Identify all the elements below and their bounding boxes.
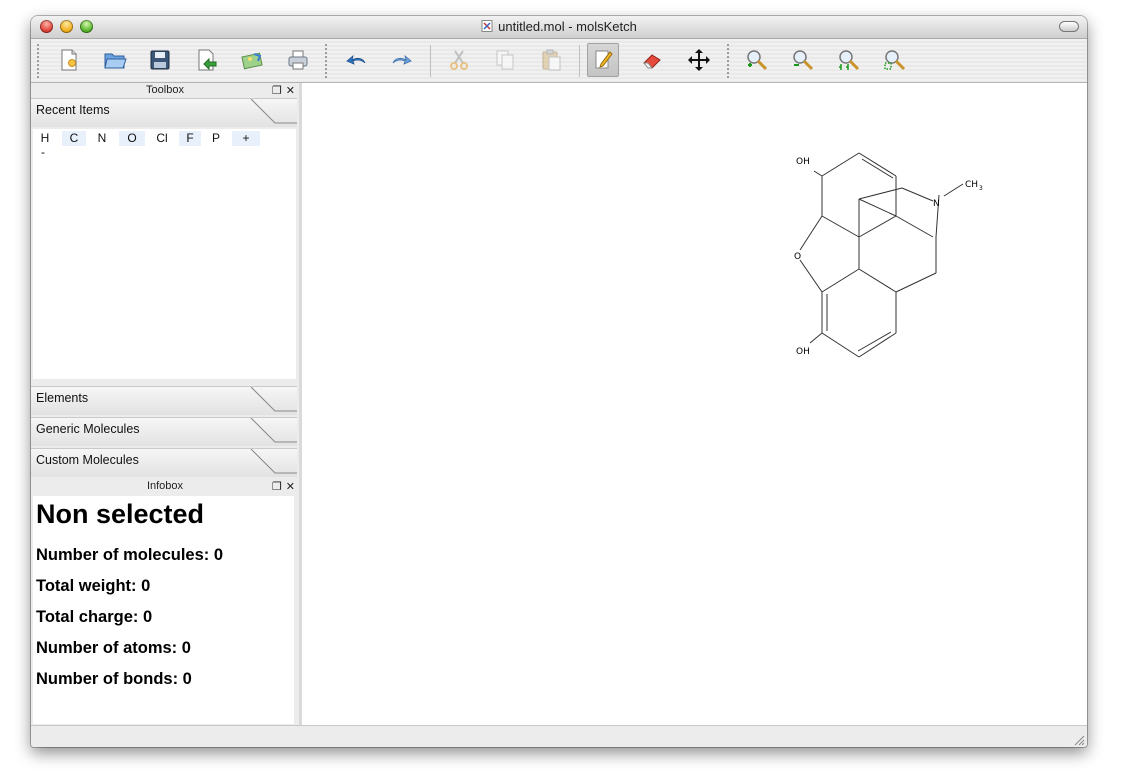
recent-items-list: H C N O Cl F P + - <box>33 129 296 379</box>
tab-recent-items-label: Recent Items <box>36 103 110 117</box>
toolbar-grip[interactable] <box>36 43 41 79</box>
undo-arrow-icon <box>346 54 366 65</box>
total-charge: Total charge: 0 <box>36 608 153 626</box>
infobox-close-icon[interactable]: ✕ <box>286 481 295 493</box>
move-arrows-icon <box>688 49 710 71</box>
clipboard-paste-icon <box>542 49 561 71</box>
atom-label-oh-bottom[interactable]: OH <box>796 347 810 357</box>
toolbar-separator-2 <box>579 45 580 77</box>
toolbar-grip-2[interactable] <box>324 43 329 79</box>
toolbox-header: Toolbox ❐ ✕ <box>31 84 299 98</box>
save-file-button[interactable] <box>145 44 175 76</box>
eraser-icon <box>642 54 661 69</box>
infobox-content: Non selected Number of molecules: 0 Tota… <box>33 496 294 724</box>
export-image-button[interactable] <box>237 44 267 76</box>
tab-elements[interactable]: Elements <box>31 386 297 415</box>
tab-elements-label: Elements <box>36 391 89 405</box>
zoom-in-button[interactable] <box>742 44 772 76</box>
tab-custom-molecules[interactable]: Custom Molecules <box>31 448 297 477</box>
printer-icon <box>288 50 308 70</box>
toolbar-toggle-button[interactable] <box>1059 21 1079 32</box>
atom-label-n[interactable]: N <box>933 199 940 209</box>
move-button[interactable] <box>684 44 714 76</box>
new-document-icon <box>61 49 77 71</box>
atom-label-ch3-subscript: 3 <box>979 185 983 192</box>
scissors-icon <box>450 50 468 70</box>
zoom-out-button[interactable] <box>788 44 818 76</box>
drawing-canvas[interactable]: OH N CH 3 O OH <box>302 83 1087 725</box>
resize-grip-icon[interactable] <box>1073 734 1085 746</box>
pencil-icon <box>595 50 613 69</box>
tab-recent-items[interactable]: Recent Items <box>31 98 297 127</box>
recent-item-f[interactable]: F <box>179 131 201 146</box>
print-button[interactable] <box>283 44 313 76</box>
infobox-title: Infobox <box>146 480 184 492</box>
recent-item-minus[interactable]: - <box>38 145 48 160</box>
molecule-count: Number of molecules: 0 <box>36 546 224 564</box>
recent-item-n[interactable]: N <box>92 131 112 146</box>
infobox-header: Infobox ❐ ✕ <box>31 480 299 494</box>
recent-item-c[interactable]: C <box>62 131 86 146</box>
zoom-out-icon <box>793 50 814 71</box>
molecule-bonds <box>799 152 964 358</box>
tab-custom-molecules-label: Custom Molecules <box>36 453 139 467</box>
status-bar <box>31 725 1087 747</box>
copy-button[interactable] <box>490 44 520 76</box>
title-bar: untitled.mol - molsKetch <box>31 16 1087 39</box>
redo-arrow-icon <box>392 54 412 65</box>
tab-generic-molecules-label: Generic Molecules <box>36 422 140 436</box>
main-toolbar <box>31 39 1087 83</box>
recent-item-plus[interactable]: + <box>232 131 260 146</box>
recent-item-h[interactable]: H <box>36 131 54 146</box>
window-title-text: untitled.mol - molsKetch <box>498 19 637 34</box>
zoom-fit-button[interactable] <box>880 44 910 76</box>
eraser-button[interactable] <box>638 44 668 76</box>
toolbox-float-icon[interactable]: ❐ <box>272 85 282 97</box>
atom-count: Number of atoms: 0 <box>36 639 191 657</box>
open-folder-icon <box>104 53 127 69</box>
zoom-actual-size-icon <box>839 50 860 71</box>
infobox-dock-buttons: ❐ ✕ <box>268 480 295 493</box>
toolbox-close-icon[interactable]: ✕ <box>286 85 295 97</box>
recent-item-o[interactable]: O <box>119 131 145 146</box>
atom-label-oh-top[interactable]: OH <box>796 157 810 167</box>
draw-pencil-button[interactable] <box>587 43 619 77</box>
redo-button[interactable] <box>387 44 417 76</box>
recent-item-cl[interactable]: Cl <box>151 131 173 146</box>
toolbar-separator <box>430 45 431 77</box>
recent-item-p[interactable]: P <box>206 131 226 146</box>
cut-button[interactable] <box>444 44 474 76</box>
left-panel: Toolbox ❐ ✕ Recent Items H C N O Cl F P +… <box>31 83 299 725</box>
app-window: untitled.mol - molsKetch Toolbox ❐ ✕ Rec… <box>31 16 1087 747</box>
zoom-in-icon <box>747 50 768 71</box>
total-weight: Total weight: 0 <box>36 577 151 595</box>
open-file-button[interactable] <box>100 44 130 76</box>
selection-heading: Non selected <box>36 499 205 529</box>
export-image-icon <box>241 52 263 70</box>
toolbar-grip-3[interactable] <box>726 43 731 79</box>
atom-label-ch3[interactable]: CH <box>965 180 978 190</box>
new-file-button[interactable] <box>54 44 84 76</box>
atom-label-o[interactable]: O <box>794 252 801 262</box>
zoom-1-1-button[interactable] <box>834 44 864 76</box>
window-title: untitled.mol - molsKetch <box>31 19 1087 34</box>
undo-button[interactable] <box>341 44 371 76</box>
floppy-disk-icon <box>150 50 170 70</box>
copy-icon <box>496 50 514 70</box>
toolbox-title: Toolbox <box>146 84 184 96</box>
paste-button[interactable] <box>536 44 566 76</box>
infobox-float-icon[interactable]: ❐ <box>272 481 282 493</box>
toolbox-dock-buttons: ❐ ✕ <box>268 84 295 97</box>
tab-generic-molecules[interactable]: Generic Molecules <box>31 417 297 446</box>
molecule-doc-icon <box>481 20 493 32</box>
zoom-fit-icon <box>884 50 906 71</box>
molecule-structure: OH N CH 3 O OH <box>794 152 983 358</box>
import-document-icon <box>198 49 217 71</box>
import-button[interactable] <box>191 44 221 76</box>
bond-count: Number of bonds: 0 <box>36 670 192 688</box>
